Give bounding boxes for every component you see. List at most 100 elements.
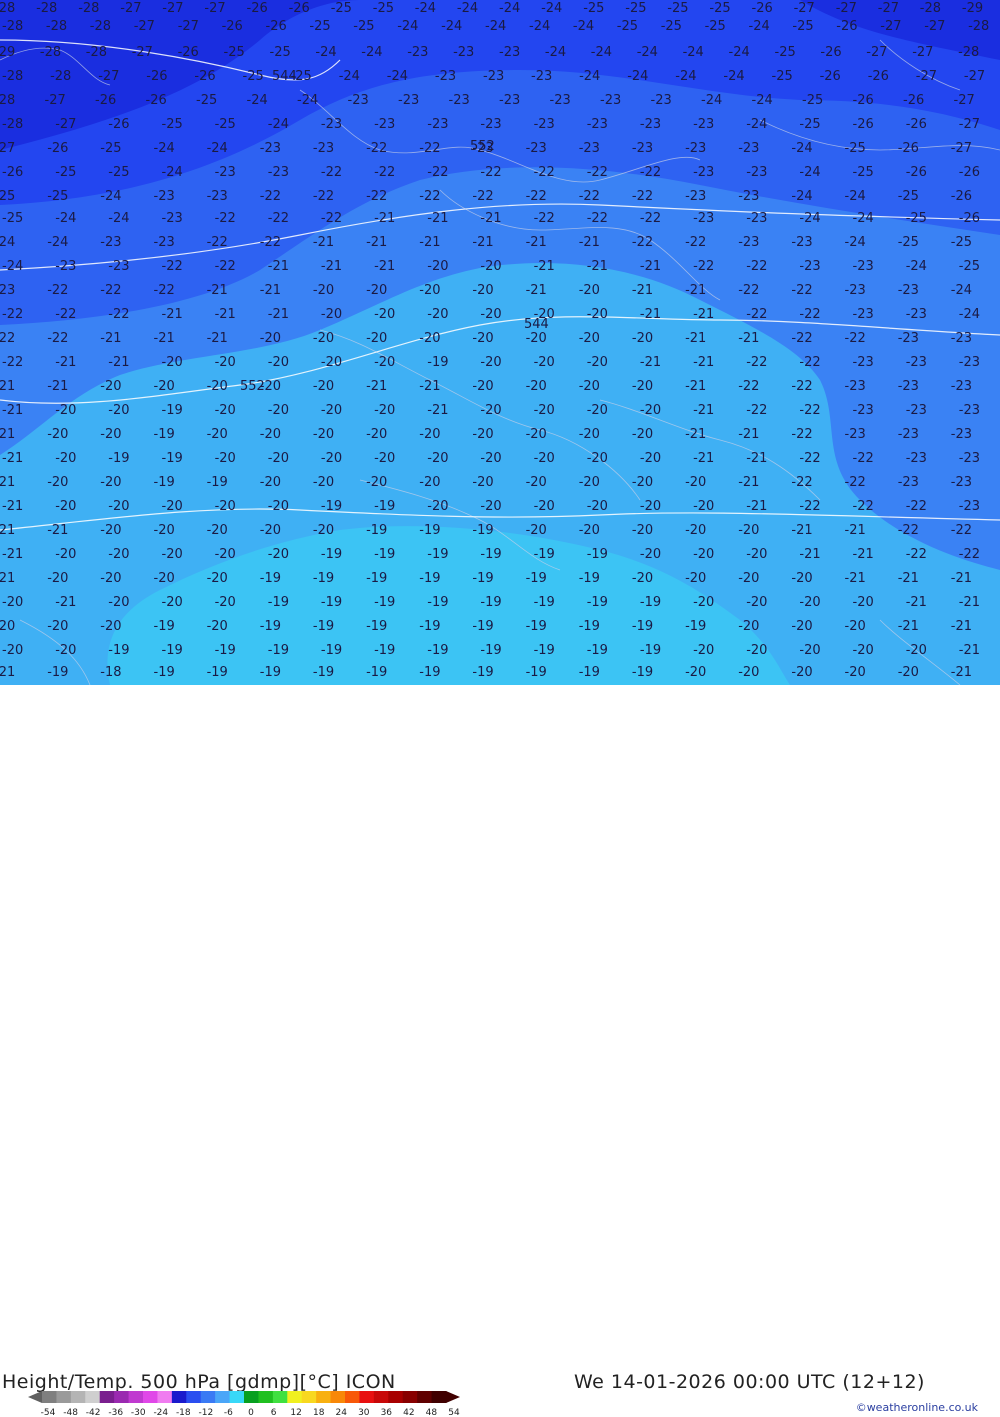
isotherm-label: -23 [746,211,767,226]
isotherm-label: -26 [898,141,919,156]
isotherm-label: -20 [427,451,448,466]
legend-swatch [56,1391,72,1403]
isotherm-label: -21 [906,595,927,610]
isotherm-label: -25 [0,189,15,204]
legend-tick-label: 0 [248,1408,254,1417]
isotherm-label: -25 [799,117,820,132]
isotherm-label: -21 [0,475,15,490]
isotherm-label: -20 [260,331,281,346]
isotherm-label: -19 [47,665,68,680]
isotherm-label: -20 [472,379,493,394]
isotherm-label: -21 [313,235,334,250]
isotherm-label: -20 [108,403,129,418]
isotherm-label: -21 [2,403,23,418]
isotherm-label: -23 [154,189,175,204]
isotherm-label: -24 [2,259,23,274]
isotherm-label: -19 [640,643,661,658]
isotherm-label: -22 [632,235,653,250]
isotherm-label: -20 [207,571,228,586]
isotherm-label: -28 [46,19,67,34]
isotherm-label: -23 [321,117,342,132]
legend-swatch [171,1391,187,1403]
isotherm-label: -19 [366,619,387,634]
isotherm-label: -24 [752,93,773,108]
isotherm-label: -20 [579,283,600,298]
isotherm-label: -19 [154,475,175,490]
isotherm-label: -20 [374,307,395,322]
isotherm-label: -20 [260,475,281,490]
isotherm-label: -21 [526,235,547,250]
isotherm-label: -20 [480,499,501,514]
isotherm-label: -22 [472,189,493,204]
legend-ticks: -54 -48 -42 -36 -30 -24 -18 -12 -6 0 6 12 18 24 30 36 42… [41,1408,460,1417]
isotherm-label: -24 [162,165,183,180]
isotherm-label: -19 [427,355,448,370]
isotherm-label: -21 [951,619,972,634]
isotherm-label: -19 [579,571,600,586]
isotherm-label: -23 [845,283,866,298]
isotherm-label: -23 [651,93,672,108]
isotherm-label: -20 [419,283,440,298]
isotherm-label: -27 [880,19,901,34]
isotherm-label: -20 [427,259,448,274]
isotherm-label: -28 [2,117,23,132]
legend-swatch [186,1391,202,1403]
isotherm-label: -22 [100,283,121,298]
isotherm-label: -19 [260,665,281,680]
isotherm-label: -21 [587,259,608,274]
isotherm-label: -24 [0,235,15,250]
isotherm-label: -24 [55,211,76,226]
isotherm-label: -22 [587,165,608,180]
isotherm-label: -20 [321,355,342,370]
isotherm-label: -19 [472,571,493,586]
isotherm-label: -21 [0,571,15,586]
isotherm-label: -19 [162,643,183,658]
isotherm-label: -19 [534,643,555,658]
isotherm-label: -27 [964,69,985,84]
isotherm-label: -23 [898,427,919,442]
isotherm-label: -24 [683,45,704,60]
isotherm-label: -24 [845,235,866,250]
isotherm-label: -19 [579,619,600,634]
isotherm-label: -23 [898,379,919,394]
legend-swatch [143,1391,158,1403]
isotherm-label: -26 [836,19,857,34]
legend-swatch [417,1391,433,1403]
isotherm-label: -25 [243,69,264,84]
isotherm-label: -20 [534,403,555,418]
isotherm-label: -20 [374,403,395,418]
isotherm-label: -24 [268,117,289,132]
isotherm-label: -20 [845,665,866,680]
isotherm-label: -28 [90,19,111,34]
isotherm-label: -22 [215,259,236,274]
isotherm-label: -24 [397,19,418,34]
isotherm-label: -26 [289,1,310,16]
credit-link[interactable]: ©weatheronline.co.uk [856,1401,978,1414]
isotherm-label: -20 [100,619,121,634]
isotherm-label: -19 [480,547,501,562]
isotherm-label: -21 [419,235,440,250]
isotherm-label: -21 [738,475,759,490]
isotherm-label: -27 [132,45,153,60]
isotherm-label: -21 [480,211,501,226]
isotherm-label: -22 [746,307,767,322]
isotherm-label: -21 [632,283,653,298]
isotherm-label: -20 [55,547,76,562]
isotherm-label: -23 [685,189,706,204]
isotherm-label: -22 [108,307,129,322]
isotherm-label: -20 [366,427,387,442]
legend-swatch [258,1391,274,1403]
isotherm-label: -23 [374,117,395,132]
isotherm-label: -21 [154,331,175,346]
isotherm-label: -22 [799,355,820,370]
isotherm-label: -21 [47,523,68,538]
isotherm-label: -20 [845,619,866,634]
isotherm-label: -22 [791,475,812,490]
isotherm-label: -28 [920,1,941,16]
isotherm-label: -24 [387,69,408,84]
isotherm-label: -20 [579,379,600,394]
isotherm-label: -20 [693,595,714,610]
isotherm-label: -20 [419,331,440,346]
isotherm-label: -19 [215,643,236,658]
isotherm-label: -20 [207,619,228,634]
